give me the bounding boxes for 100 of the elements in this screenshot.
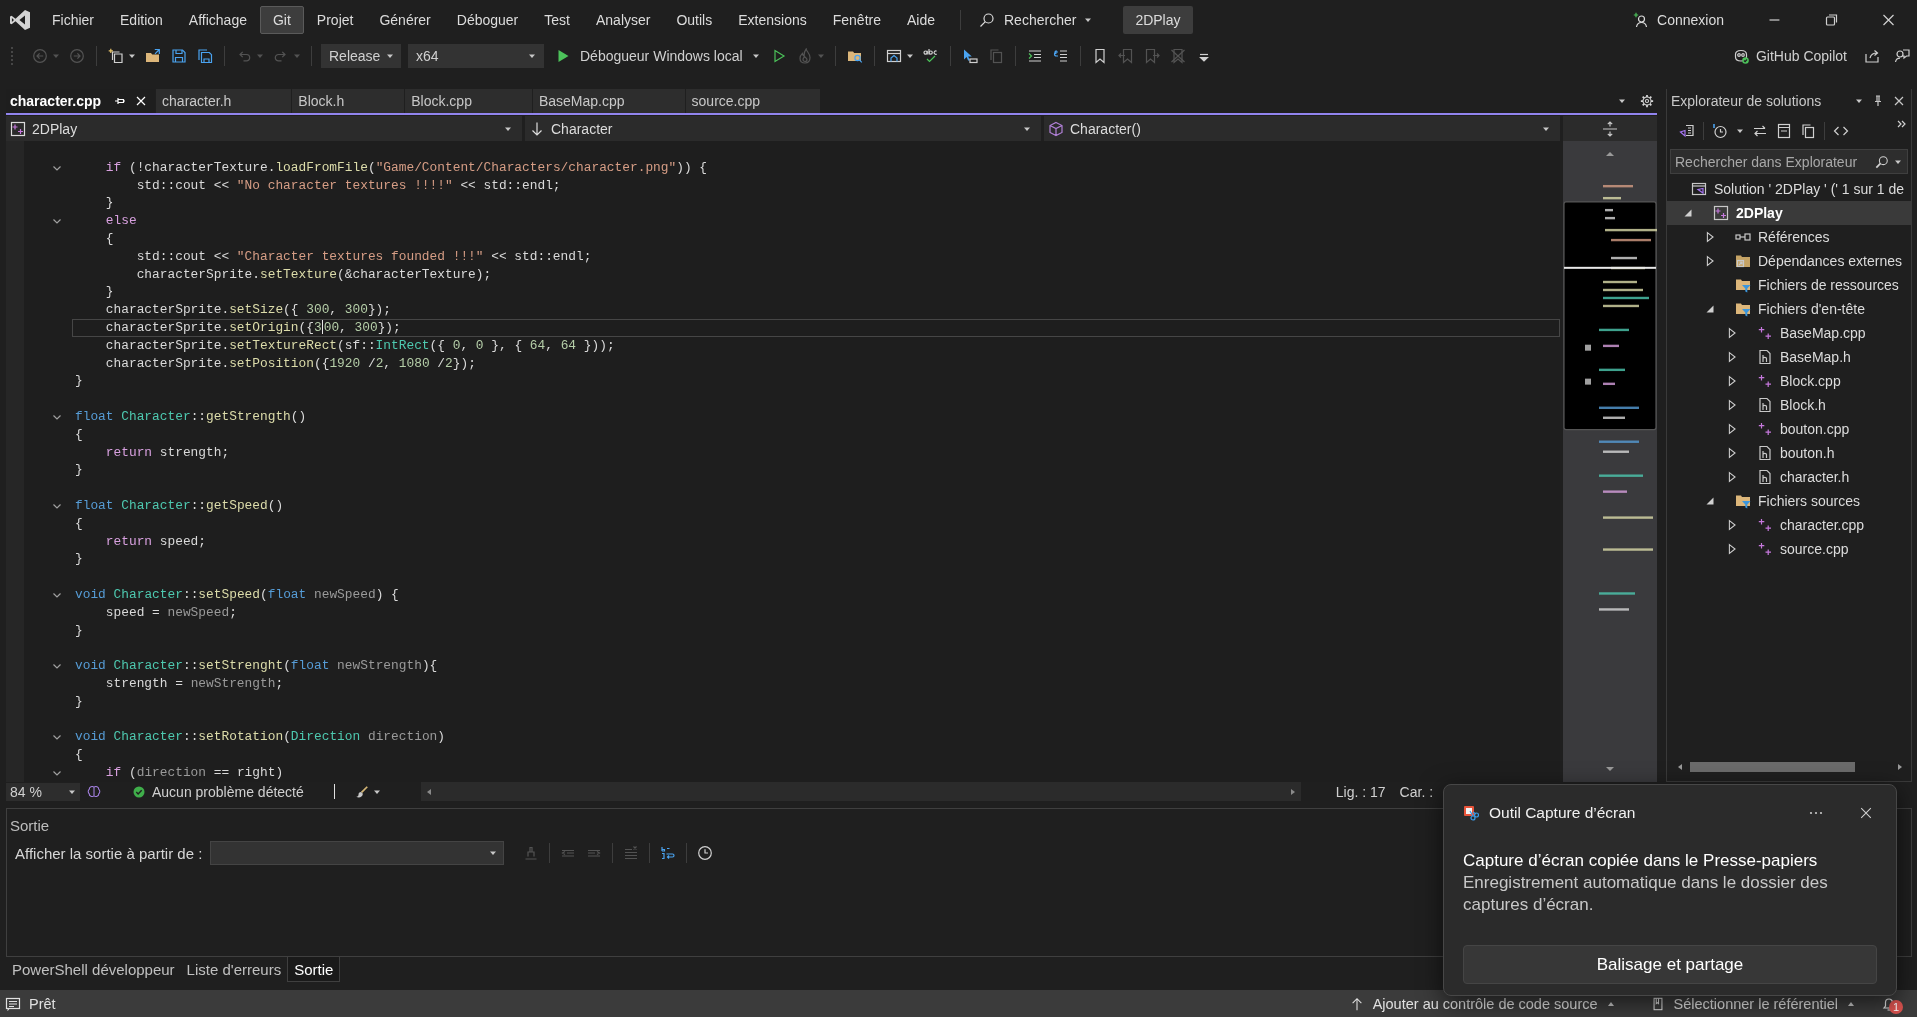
tree-item[interactable]: character.cpp xyxy=(1667,513,1911,537)
file-tab[interactable]: Block.h xyxy=(292,89,405,113)
menu-item[interactable]: Git xyxy=(259,6,304,34)
menu-item[interactable]: Déboguer xyxy=(443,6,532,34)
caret-icon[interactable] xyxy=(905,52,914,60)
start-debugging-button[interactable]: Débogueur Windows local xyxy=(555,48,760,64)
tree-item[interactable]: Dépendances externes xyxy=(1667,249,1911,273)
notification-app-name: Outil Capture d’écran xyxy=(1489,804,1636,822)
menu-item[interactable]: Projet xyxy=(303,6,367,34)
menu-item[interactable]: Aide xyxy=(893,6,948,34)
source-control-button[interactable]: Ajouter au contrôle de code source xyxy=(1349,995,1615,1012)
history-icon[interactable] xyxy=(1712,123,1728,139)
overflow-icon[interactable] xyxy=(1897,119,1907,129)
pointer-icon[interactable] xyxy=(961,48,978,64)
tree-item[interactable]: BaseMap.h xyxy=(1667,345,1911,369)
new-item-icon[interactable] xyxy=(108,48,124,64)
tree-item[interactable]: Fichiers sources xyxy=(1667,489,1911,513)
scroll-right-icon[interactable] xyxy=(1896,763,1904,771)
clock-icon[interactable] xyxy=(697,845,714,861)
copilot-button[interactable]: GitHub Copilot xyxy=(1732,48,1847,64)
search-field[interactable]: Rechercher dans Explorateur xyxy=(1670,149,1908,174)
search-button[interactable]: Rechercher xyxy=(975,8,1097,32)
issues-indicator[interactable]: Aucun problème détecté xyxy=(133,783,304,800)
caret-icon[interactable] xyxy=(128,52,136,60)
open-folder-icon[interactable] xyxy=(145,48,161,64)
tree-item[interactable]: bouton.cpp xyxy=(1667,417,1911,441)
brain-icon[interactable] xyxy=(87,784,101,799)
copy-pages-icon[interactable] xyxy=(1800,123,1816,139)
code-line: } xyxy=(74,692,83,711)
tree-item[interactable]: Block.h xyxy=(1667,393,1911,417)
share-icon[interactable] xyxy=(1864,48,1880,64)
menu-item[interactable]: Analyser xyxy=(582,6,664,34)
scrollbar-thumb[interactable] xyxy=(1690,762,1855,772)
tree-item[interactable]: Block.cpp xyxy=(1667,369,1911,393)
menu-item[interactable]: Fichier xyxy=(39,6,107,34)
markup-share-button[interactable]: Balisage et partage xyxy=(1463,945,1877,984)
toolbar-dropdown[interactable]: Release xyxy=(321,44,401,68)
spell-check-icon[interactable] xyxy=(922,48,939,64)
close-icon[interactable] xyxy=(1893,95,1905,107)
save-icon[interactable] xyxy=(171,48,187,64)
pin-icon[interactable] xyxy=(114,95,127,107)
close-icon[interactable] xyxy=(135,95,148,107)
collapse-all-icon[interactable] xyxy=(1776,123,1792,139)
split-editor-button[interactable] xyxy=(1563,116,1657,141)
grip-icon[interactable] xyxy=(10,46,14,66)
save-all-icon[interactable] xyxy=(197,48,213,64)
tree-item[interactable]: source.cpp xyxy=(1667,537,1911,561)
more-options-icon[interactable] xyxy=(1809,811,1823,815)
scroll-down-icon[interactable] xyxy=(1605,764,1615,774)
caret-icon[interactable] xyxy=(751,52,760,60)
tree-item[interactable]: BaseMap.cpp xyxy=(1667,321,1911,345)
window-icon[interactable] xyxy=(885,48,902,64)
tree-item[interactable]: Fichiers de ressources xyxy=(1667,273,1911,297)
scroll-left-icon[interactable] xyxy=(1676,763,1684,771)
word-wrap-icon[interactable] xyxy=(660,845,677,861)
sync-arrows-icon[interactable] xyxy=(1752,123,1768,139)
file-tab[interactable]: Block.cpp xyxy=(405,89,532,113)
tree-item[interactable]: bouton.h xyxy=(1667,441,1911,465)
switch-views-icon[interactable] xyxy=(1679,123,1695,139)
file-tab[interactable]: source.cpp xyxy=(685,89,821,113)
file-tab[interactable]: BaseMap.cpp xyxy=(532,89,685,113)
file-tab[interactable]: character.h xyxy=(156,89,292,113)
notification-title: Capture d’écran copiée dans le Presse-papiers xyxy=(1463,850,1819,872)
tree-item[interactable]: 2DPlay xyxy=(1667,201,1911,225)
tree-item[interactable]: Références xyxy=(1667,225,1911,249)
tree-item[interactable]: Fichiers d'en-tête xyxy=(1667,297,1911,321)
tree-item[interactable]: Solution ' 2DPlay ' (' 1 sur 1 de xyxy=(1667,177,1911,201)
panel-tab[interactable]: PowerShell développeur xyxy=(6,957,181,982)
scroll-up-icon[interactable] xyxy=(1605,149,1615,159)
feedback-icon[interactable] xyxy=(1894,48,1910,64)
pin-icon[interactable] xyxy=(1872,95,1884,107)
caret-icon[interactable] xyxy=(1855,97,1863,105)
toolbar-dropdown[interactable]: x64 xyxy=(408,44,544,68)
panel-tab[interactable]: Liste d'erreurs xyxy=(180,957,288,982)
menu-item[interactable]: Extensions xyxy=(725,6,820,34)
menu-item[interactable]: Outils xyxy=(663,6,726,34)
menu-item[interactable]: Test xyxy=(531,6,583,34)
settings-icon[interactable] xyxy=(1640,94,1654,108)
menu-item[interactable]: Edition xyxy=(107,6,176,34)
menu-item[interactable]: Affichage xyxy=(175,6,260,34)
member-dropdown[interactable]: Character() xyxy=(1044,116,1560,141)
project-dropdown[interactable]: 2DPlay xyxy=(6,116,522,141)
menu-item[interactable]: Fenêtre xyxy=(819,6,894,34)
zoom-dropdown[interactable]: 84 % xyxy=(6,782,80,801)
repository-button[interactable]: Sélectionner le référentiel xyxy=(1650,995,1855,1012)
output-list-icon[interactable] xyxy=(5,995,21,1012)
fold-chevron-icon[interactable] xyxy=(52,661,62,671)
outdent-icon[interactable] xyxy=(1052,48,1069,64)
panel-tab[interactable]: Sortie xyxy=(287,957,341,982)
caret-icon[interactable] xyxy=(1618,97,1626,105)
solution-name: 2DPlay xyxy=(1123,6,1193,34)
caret-icon[interactable] xyxy=(1736,127,1744,135)
menu-item[interactable]: Générer xyxy=(366,6,444,34)
scope-dropdown[interactable]: Character xyxy=(525,116,1041,141)
close-icon[interactable] xyxy=(1859,806,1873,820)
tree-item[interactable]: character.h xyxy=(1667,465,1911,489)
indent-icon[interactable] xyxy=(1026,48,1043,64)
scroll-right-icon[interactable] xyxy=(1288,787,1297,796)
sign-in-button[interactable]: Connexion xyxy=(1633,12,1724,28)
brush-icon[interactable] xyxy=(354,784,369,799)
